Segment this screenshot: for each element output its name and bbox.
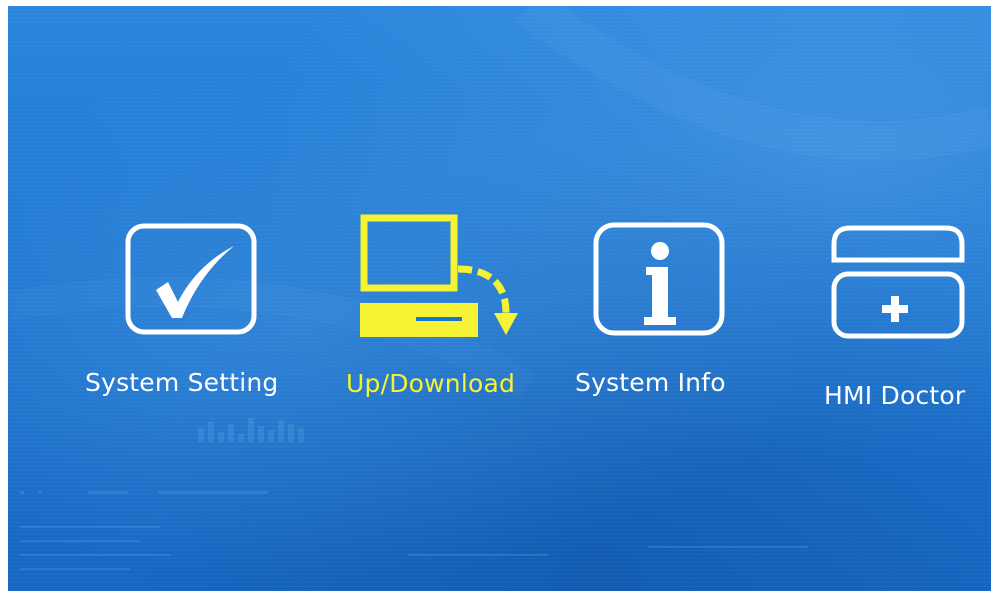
info-icon bbox=[593, 222, 725, 336]
hmi-main-menu-screen: System Setting Up/Download System Info H… bbox=[8, 6, 991, 591]
computer-download-icon bbox=[360, 214, 518, 337]
menu-item-system-info[interactable]: System Info bbox=[568, 216, 778, 406]
menu-label-up-download: Up/Download bbox=[346, 369, 516, 398]
menu-label-system-setting: System Setting bbox=[85, 368, 279, 397]
menu-item-up-download[interactable]: Up/Download bbox=[338, 211, 553, 406]
menu-item-hmi-doctor[interactable]: HMI Doctor bbox=[808, 216, 983, 416]
hmi-doctor-icon bbox=[831, 225, 965, 339]
menu-item-system-setting[interactable]: System Setting bbox=[78, 216, 308, 406]
menu-label-system-info: System Info bbox=[575, 368, 726, 397]
menu-label-hmi-doctor: HMI Doctor bbox=[824, 381, 966, 410]
checkmark-box-icon bbox=[125, 223, 257, 335]
